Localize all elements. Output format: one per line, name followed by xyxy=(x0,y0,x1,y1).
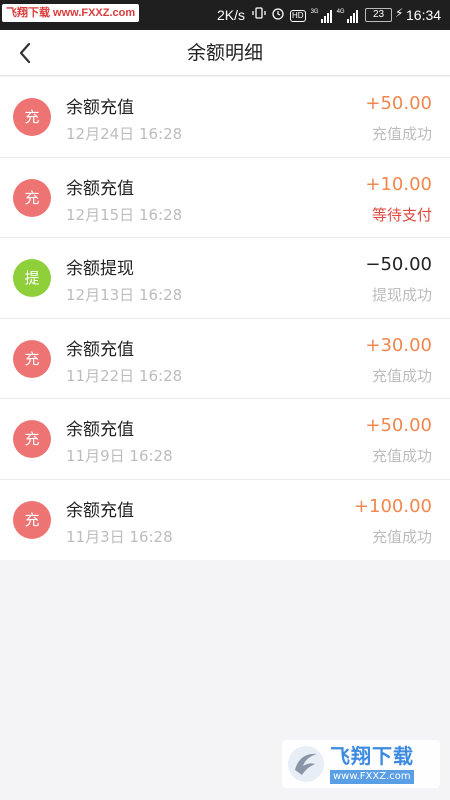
item-name: 余额充值 xyxy=(66,420,134,440)
watermark-label: 飞翔下载 www.FXXZ.com xyxy=(2,4,140,22)
fx-logo-icon xyxy=(288,746,324,782)
item-name: 余额充值 xyxy=(66,98,134,118)
item-status: 充值成功 xyxy=(371,125,432,143)
item-status: 充值成功 xyxy=(371,447,432,465)
signal-4g-icon: 4G xyxy=(337,9,358,23)
item-date: 11月9日 16:28 xyxy=(66,447,173,465)
list-item[interactable]: 提 余额提现 12月13日 16:28 −50.00 提现成功 xyxy=(0,238,450,319)
item-name: 余额充值 xyxy=(66,500,134,521)
clock: 16:34 xyxy=(406,7,442,23)
item-amount: +30.00 xyxy=(365,334,432,356)
watermark-logo: 飞翔下载 www.FXXZ.com xyxy=(282,740,440,788)
list-item[interactable]: 充 余额充值 12月24日 16:28 +50.00 充值成功 xyxy=(0,77,450,158)
list-item[interactable]: 充 余额充值 11月3日 16:28 +100.00 充值成功 xyxy=(0,480,450,561)
logo-name: 飞翔下载 xyxy=(330,744,414,768)
item-amount: −50.00 xyxy=(365,254,432,275)
item-date: 12月24日 16:28 xyxy=(66,125,183,143)
hd-icon: HD xyxy=(290,9,306,22)
transaction-list: 充 余额充值 12月24日 16:28 +50.00 充值成功 充 余额充值 1… xyxy=(0,77,450,560)
item-status: 充值成功 xyxy=(371,366,432,385)
type-badge: 充 xyxy=(13,500,51,539)
status-bar: 飞翔下载 www.FXXZ.com 2K/s HD 3G 4G 23 ⚡ 16:… xyxy=(0,0,450,30)
type-badge: 充 xyxy=(13,98,51,136)
item-amount: +100.00 xyxy=(353,495,432,517)
item-date: 11月22日 16:28 xyxy=(66,366,183,385)
item-name: 余额提现 xyxy=(66,259,134,279)
list-item[interactable]: 充 余额充值 11月9日 16:28 +50.00 充值成功 xyxy=(0,399,450,480)
item-amount: +10.00 xyxy=(365,173,432,195)
battery-icon: 23 xyxy=(365,8,392,22)
type-badge: 提 xyxy=(13,259,51,297)
charging-icon: ⚡ xyxy=(395,6,404,20)
status-icons: HD 3G 4G xyxy=(252,6,358,25)
nav-bar: 余额明细 xyxy=(0,30,450,76)
item-amount: +50.00 xyxy=(365,93,432,114)
logo-url: www.FXXZ.com xyxy=(330,770,414,784)
signal-3g-icon: 3G xyxy=(311,9,332,23)
item-name: 余额充值 xyxy=(66,339,134,360)
page-title: 余额明细 xyxy=(186,42,263,64)
alarm-icon xyxy=(271,6,285,25)
item-amount: +50.00 xyxy=(365,415,432,436)
item-status: 等待支付 xyxy=(371,205,432,224)
item-status: 提现成功 xyxy=(371,286,432,304)
type-badge: 充 xyxy=(13,339,51,378)
item-date: 12月15日 16:28 xyxy=(66,205,183,224)
list-item[interactable]: 充 余额充值 12月15日 16:28 +10.00 等待支付 xyxy=(0,158,450,238)
item-date: 12月13日 16:28 xyxy=(66,286,183,304)
item-status: 充值成功 xyxy=(371,527,432,546)
type-badge: 充 xyxy=(13,420,51,458)
network-speed: 2K/s xyxy=(217,7,246,23)
item-name: 余额充值 xyxy=(66,178,134,199)
type-badge: 充 xyxy=(13,178,51,217)
vibrate-icon xyxy=(252,6,266,25)
list-item[interactable]: 充 余额充值 11月22日 16:28 +30.00 充值成功 xyxy=(0,319,450,399)
item-date: 11月3日 16:28 xyxy=(66,527,173,546)
